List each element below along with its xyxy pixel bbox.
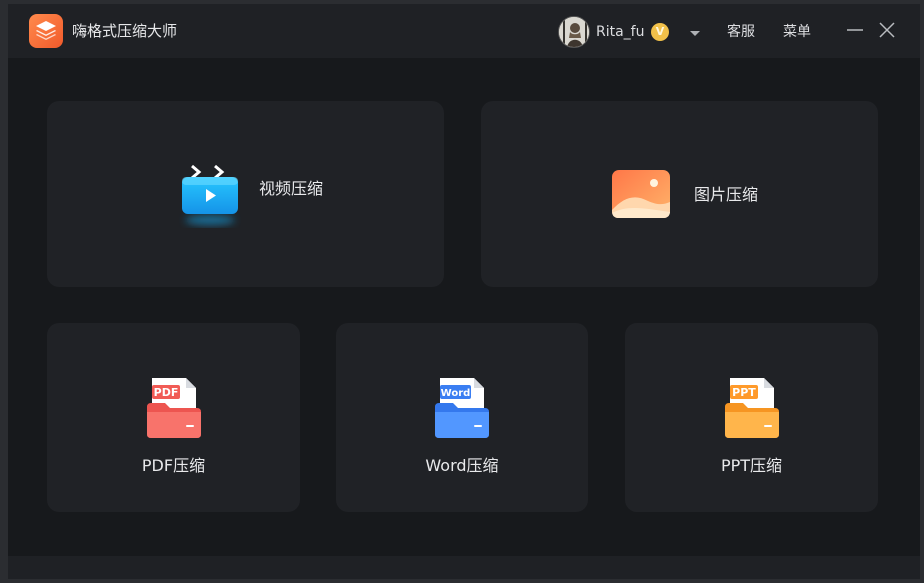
title-bar: 嗨格式压缩大师 Rita_fu V 客服 菜单 — [8, 4, 920, 58]
bottom-bar — [8, 556, 920, 579]
chevron-down-icon[interactable] — [688, 26, 702, 40]
image-compress-icon — [610, 167, 672, 221]
ppt-compress-label: PPT压缩 — [720, 456, 783, 475]
ppt-compress-card[interactable]: PPT PPT压缩 — [625, 323, 878, 512]
image-compress-label: 图片压缩 — [694, 185, 759, 204]
video-compress-card[interactable]: 视频压缩 — [47, 101, 444, 287]
app-window: 嗨格式压缩大师 Rita_fu V 客服 菜单 视频压缩 图片压缩 PDF PD… — [8, 4, 920, 579]
support-button[interactable]: 客服 — [727, 22, 755, 42]
word-compress-label: Word压缩 — [425, 456, 499, 475]
close-icon[interactable] — [877, 20, 897, 40]
pdf-folder-icon: PDF — [145, 373, 203, 443]
pdf-compress-label: PDF压缩 — [141, 456, 206, 475]
app-title: 嗨格式压缩大师 — [72, 22, 178, 40]
word-compress-card[interactable]: Word Word压缩 — [336, 323, 588, 512]
username[interactable]: Rita_fu — [596, 22, 645, 42]
ppt-badge: PPT — [732, 386, 756, 399]
video-compress-icon — [179, 159, 241, 229]
menu-button[interactable]: 菜单 — [783, 22, 811, 42]
word-folder-icon: Word — [433, 373, 491, 443]
avatar[interactable] — [558, 16, 590, 48]
ppt-folder-icon: PPT — [723, 373, 781, 443]
minimize-icon[interactable] — [845, 20, 865, 40]
word-badge: Word — [441, 388, 471, 399]
pdf-compress-card[interactable]: PDF PDF压缩 — [47, 323, 300, 512]
vip-badge: V — [651, 23, 669, 41]
layers-icon — [29, 14, 63, 48]
video-compress-label: 视频压缩 — [259, 179, 324, 198]
pdf-badge: PDF — [153, 386, 178, 399]
image-compress-card[interactable]: 图片压缩 — [481, 101, 878, 287]
